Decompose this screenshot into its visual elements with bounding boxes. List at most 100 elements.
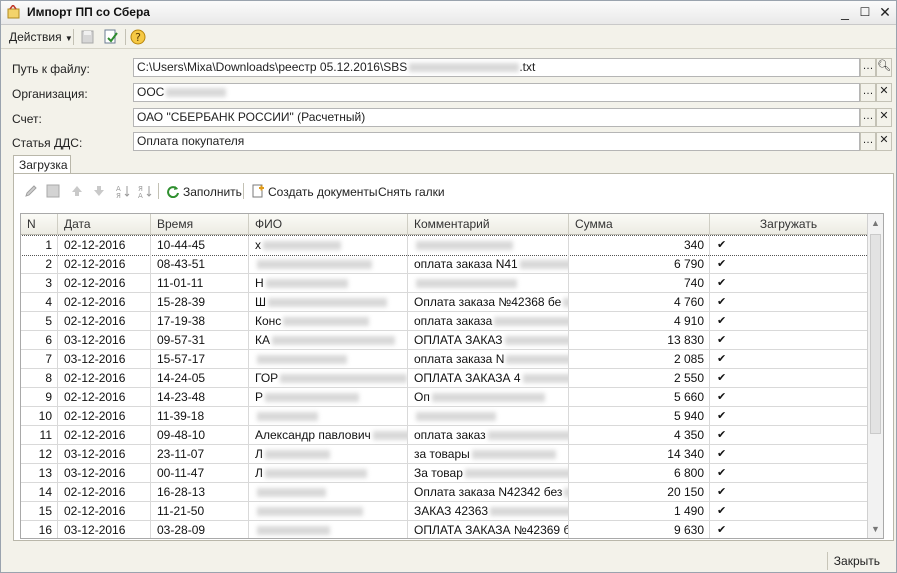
actions-menu[interactable]: Действия ▼ — [5, 28, 77, 46]
header-time[interactable]: Время — [151, 214, 249, 235]
load-checkbox[interactable]: ✔ — [710, 274, 868, 293]
cell-comment-text: ОПЛАТА ЗАКАЗА 4 — [414, 371, 521, 385]
table-row[interactable]: 3 02-12-2016 11-01-11 Н 740 ✔ — [21, 274, 868, 293]
table-row[interactable]: 8 02-12-2016 14-24-05 ГОР ОПЛАТА ЗАКАЗА 4 2 5… — [21, 369, 868, 388]
scroll-down-icon[interactable]: ▼ — [868, 522, 883, 536]
load-checkbox[interactable]: ✔ — [710, 445, 868, 464]
account-field[interactable]: ОАО "СБЕРБАНК РОССИИ" (Расчетный) — [133, 108, 860, 127]
path-field[interactable]: C:\Users\Mixa\Downloads\реестр 05.12.201… — [133, 58, 860, 77]
help-icon[interactable]: ? — [129, 28, 147, 46]
maximize-button[interactable]: ☐ — [856, 4, 874, 20]
vertical-scrollbar[interactable]: ▲ ▼ — [867, 214, 883, 538]
arrow-up-icon[interactable] — [70, 184, 84, 198]
load-checkbox[interactable]: ✔ — [710, 464, 868, 483]
save-icon[interactable] — [46, 184, 60, 198]
actions-label: Действия — [9, 30, 62, 44]
document-check-icon[interactable] — [102, 28, 120, 46]
search-icon[interactable]: 🔍︎ — [876, 58, 892, 77]
header-sum[interactable]: Сумма — [569, 214, 710, 235]
cell-n: 15 — [21, 502, 58, 521]
load-checkbox[interactable]: ✔ — [710, 369, 868, 388]
load-checkbox[interactable]: ✔ — [710, 521, 868, 538]
table-row[interactable]: 13 03-12-2016 00-11-47 Л За товар 6 800 ✔ — [21, 464, 868, 483]
create-documents-button[interactable]: Создать документы — [268, 185, 378, 199]
cell-comment: ОПЛАТА ЗАКАЗ — [408, 331, 569, 350]
load-checkbox[interactable]: ✔ — [710, 331, 868, 350]
header-load[interactable]: Загружать — [710, 214, 868, 235]
close-window-button[interactable]: ✕ — [876, 4, 894, 20]
header-date[interactable]: Дата — [58, 214, 151, 235]
cell-comment-text: оплата заказ — [414, 428, 486, 442]
org-field[interactable]: ООС — [133, 83, 860, 102]
table-row[interactable]: 16 03-12-2016 03-28-09 ОПЛАТА ЗАКАЗА №42369… — [21, 521, 868, 538]
header-fio[interactable]: ФИО — [249, 214, 408, 235]
close-button[interactable]: Закрыть — [826, 552, 886, 570]
table-row[interactable]: 14 02-12-2016 16-28-13 Оплата заказа N42342… — [21, 483, 868, 502]
load-checkbox[interactable]: ✔ — [710, 483, 868, 502]
tab-load-label: Загрузка — [19, 158, 68, 172]
table-row[interactable]: 15 02-12-2016 11-21-50 ЗАКАЗ 42363 1 490 ✔ — [21, 502, 868, 521]
cell-load-text: ✔ — [717, 429, 727, 441]
cell-date: 03-12-2016 — [58, 445, 151, 464]
dds-field[interactable]: Оплата покупателя — [133, 132, 860, 151]
cell-sum: 13 830 — [569, 331, 710, 350]
table-row[interactable]: 4 02-12-2016 15-28-39 Ш Оплата заказа №42368… — [21, 293, 868, 312]
load-checkbox[interactable]: ✔ — [710, 350, 868, 369]
cell-n-text: 9 — [45, 390, 52, 404]
fill-button[interactable]: Заполнить — [183, 185, 242, 199]
minimize-button[interactable]: _ — [836, 4, 854, 20]
table-row[interactable]: 2 02-12-2016 08-43-51 оплата заказа N41 6 79… — [21, 255, 868, 274]
table-row[interactable]: 1 02-12-2016 10-44-45 х 340 ✔ — [21, 235, 869, 256]
cell-fio: х — [249, 236, 408, 255]
cell-sum: 2 550 — [569, 369, 710, 388]
arrow-down-icon[interactable] — [92, 184, 106, 198]
scroll-thumb[interactable] — [870, 234, 881, 434]
table-row[interactable]: 5 02-12-2016 17-19-38 Конс оплата заказа 4 91… — [21, 312, 868, 331]
cell-sum: 6 800 — [569, 464, 710, 483]
cell-date-text: 03-12-2016 — [64, 523, 126, 537]
cell-fio — [249, 407, 408, 426]
table-row[interactable]: 6 03-12-2016 09-57-31 КА ОПЛАТА ЗАКАЗ 13 830 ✔ — [21, 331, 868, 350]
org-select-button[interactable]: … — [860, 83, 876, 102]
clear-icon[interactable]: ✕ — [876, 83, 892, 102]
load-checkbox[interactable]: ✔ — [710, 426, 868, 445]
table-row[interactable]: 10 02-12-2016 11-39-18 5 940 ✔ — [21, 407, 868, 426]
load-checkbox[interactable]: ✔ — [710, 293, 868, 312]
cell-load-text: ✔ — [717, 334, 727, 346]
pencil-icon[interactable] — [24, 184, 38, 198]
table-row[interactable]: 11 02-12-2016 09-48-10 Александр павлович оп… — [21, 426, 868, 445]
cell-date-text: 02-12-2016 — [64, 257, 126, 271]
dds-select-button[interactable]: … — [860, 132, 876, 151]
cell-date-text: 03-12-2016 — [64, 447, 126, 461]
table-row[interactable]: 7 03-12-2016 15-57-17 оплата заказа N 2 085 ✔ — [21, 350, 868, 369]
cell-comment-text: за товары — [414, 447, 470, 461]
load-checkbox[interactable]: ✔ — [710, 236, 868, 255]
load-checkbox[interactable]: ✔ — [710, 407, 868, 426]
clear-icon[interactable]: ✕ — [876, 108, 892, 127]
refresh-icon[interactable] — [166, 184, 180, 198]
cell-sum: 6 790 — [569, 255, 710, 274]
uncheck-button[interactable]: Снять галки — [378, 185, 445, 199]
cell-date: 03-12-2016 — [58, 521, 151, 538]
create-documents-icon[interactable] — [251, 184, 265, 198]
path-select-button[interactable]: … — [860, 58, 876, 77]
load-checkbox[interactable]: ✔ — [710, 502, 868, 521]
load-checkbox[interactable]: ✔ — [710, 255, 868, 274]
account-select-button[interactable]: … — [860, 108, 876, 127]
clear-icon[interactable]: ✕ — [876, 132, 892, 151]
sort-asc-icon[interactable]: AЯ — [116, 184, 130, 198]
scroll-up-icon[interactable]: ▲ — [868, 216, 883, 230]
cell-date-text: 03-12-2016 — [64, 333, 126, 347]
cell-comment — [408, 274, 569, 293]
table-row[interactable]: 12 03-12-2016 23-11-07 Лза товары 14 340 ✔ — [21, 445, 868, 464]
load-checkbox[interactable]: ✔ — [710, 312, 868, 331]
cell-n-text: 14 — [38, 485, 52, 499]
save-disabled-icon[interactable] — [79, 28, 97, 46]
header-n[interactable]: N — [21, 214, 58, 235]
tab-load[interactable]: Загрузка — [13, 155, 71, 174]
load-checkbox[interactable]: ✔ — [710, 388, 868, 407]
table-row[interactable]: 9 02-12-2016 14-23-48 Р Оп 5 660 ✔ — [21, 388, 868, 407]
cell-n: 2 — [21, 255, 58, 274]
header-comment[interactable]: Комментарий — [408, 214, 569, 235]
sort-desc-icon[interactable]: ЯA — [138, 184, 152, 198]
